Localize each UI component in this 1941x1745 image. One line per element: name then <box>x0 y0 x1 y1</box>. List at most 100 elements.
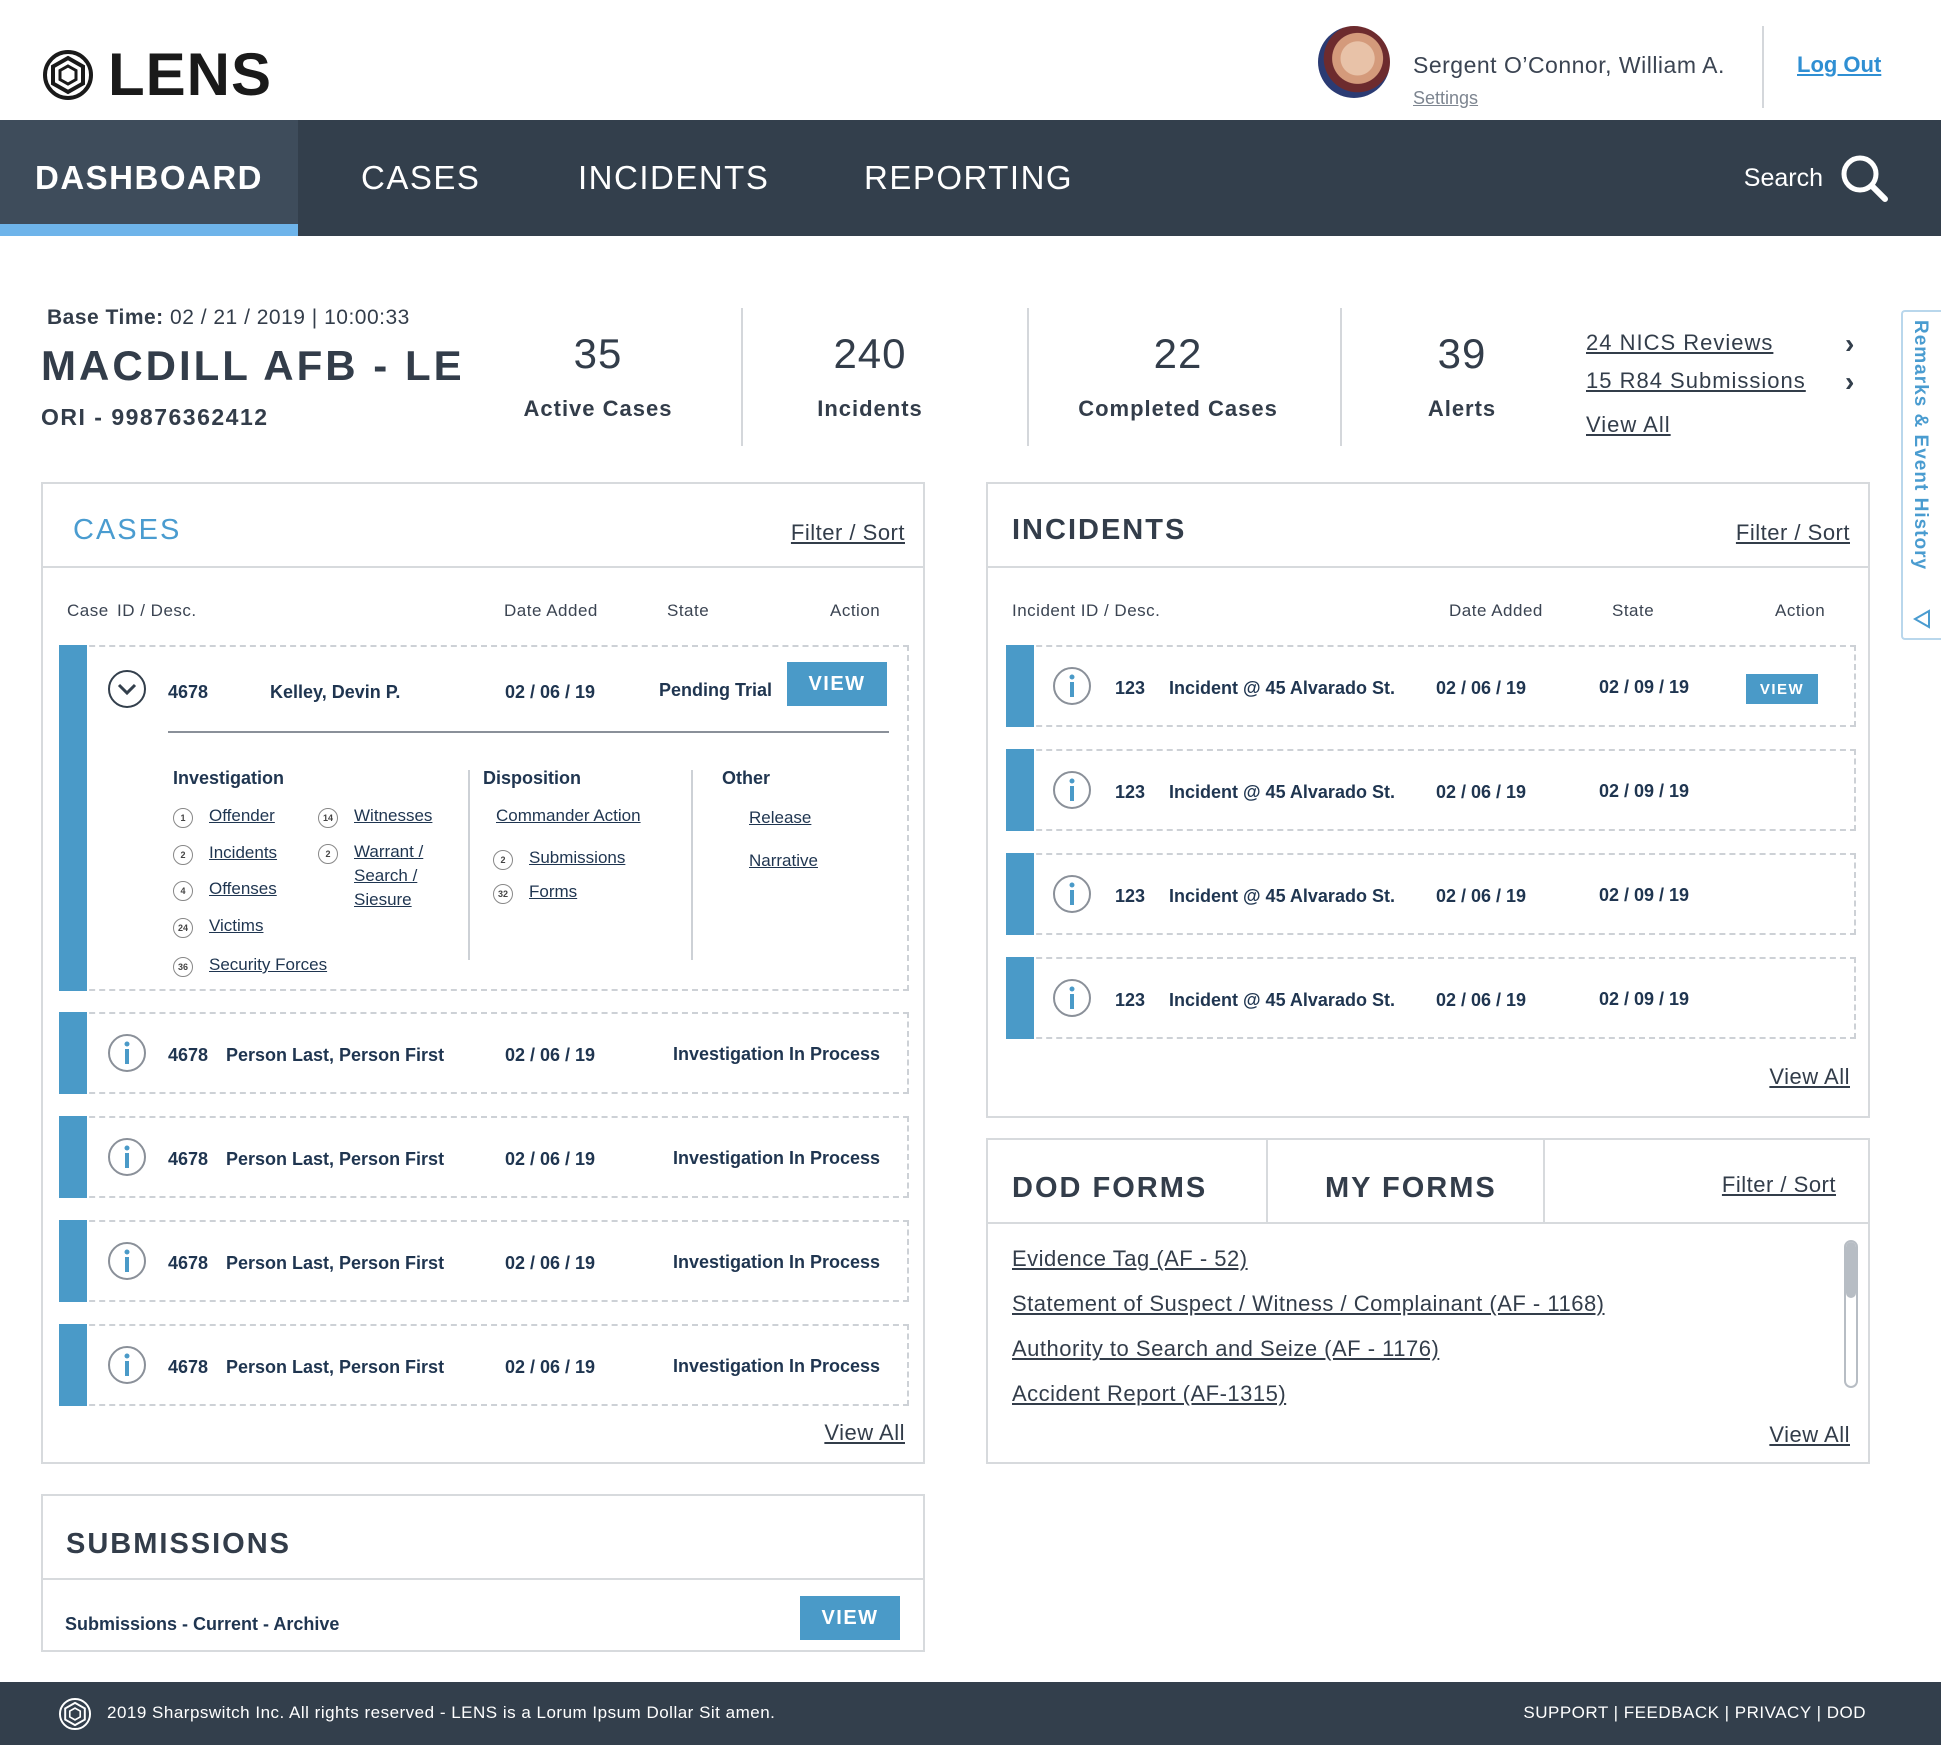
form-link[interactable]: Statement of Suspect / Witness / Complai… <box>1012 1291 1605 1317</box>
nav-reporting[interactable]: REPORTING <box>864 120 1073 236</box>
incidents-link[interactable]: Incidents <box>209 841 277 865</box>
tab-dod-forms[interactable]: DOD FORMS <box>1012 1172 1207 1205</box>
forms-view-all[interactable]: View All <box>1769 1422 1850 1448</box>
triangle-left-icon <box>1912 609 1930 629</box>
nav-dashboard[interactable]: DASHBOARD <box>0 120 298 236</box>
narrative-link[interactable]: Narrative <box>749 849 818 873</box>
other-title: Other <box>722 768 771 788</box>
row-accent-bar <box>59 1220 87 1302</box>
victims-link[interactable]: Victims <box>209 914 263 938</box>
stat-label: Alerts <box>1427 396 1497 421</box>
main-nav: DASHBOARD CASES INCIDENTS REPORTING Sear… <box>0 120 1941 236</box>
stat-divider <box>1340 308 1342 446</box>
avatar[interactable] <box>1318 26 1390 98</box>
forms-link[interactable]: Forms <box>529 880 577 904</box>
incident-view-button[interactable]: VIEW <box>1746 674 1818 704</box>
submissions-label: Submissions - Current - Archive <box>65 1614 340 1634</box>
case-row[interactable]: 4678 Person Last, Person First 02 / 06 /… <box>59 1116 909 1198</box>
commander-action-link[interactable]: Commander Action <box>496 804 641 828</box>
nav-cases[interactable]: CASES <box>361 120 480 236</box>
incident-id: 123 <box>1115 886 1146 906</box>
remarks-history-tab[interactable]: Remarks & Event History <box>1901 310 1941 640</box>
case-id: 4678 <box>168 1357 209 1377</box>
submissions-title: SUBMISSIONS <box>66 1528 292 1560</box>
case-view-button[interactable]: VIEW <box>787 662 887 706</box>
offender-link[interactable]: Offender <box>209 804 275 828</box>
chevron-right-icon[interactable]: › <box>1845 366 1854 398</box>
stat-incidents[interactable]: 240 Incidents <box>790 330 950 422</box>
stat-value: 35 <box>573 330 623 377</box>
tab-my-forms[interactable]: MY FORMS <box>1325 1172 1497 1205</box>
incidents-view-all[interactable]: View All <box>1769 1064 1850 1090</box>
case-state: Investigation In Process <box>673 1044 881 1064</box>
incident-row[interactable]: 123 Incident @ 45 Alvarado St. 02 / 06 /… <box>1006 853 1856 935</box>
cases-filter-sort[interactable]: Filter / Sort <box>791 520 905 546</box>
case-row-expanded: 4678 Kelley, Devin P. 02 / 06 / 19 Pendi… <box>59 645 909 991</box>
logo[interactable]: LENS <box>42 40 272 109</box>
form-link[interactable]: Evidence Tag (AF - 52) <box>1012 1246 1248 1272</box>
info-icon[interactable] <box>1052 874 1092 914</box>
stat-alerts[interactable]: 39 Alerts <box>1402 330 1522 422</box>
form-link[interactable]: Authority to Search and Seize (AF - 1176… <box>1012 1336 1439 1362</box>
footer-links[interactable]: SUPPORT | FEEDBACK | PRIVACY | DOD <box>1523 1703 1866 1723</box>
r84-submissions-link[interactable]: 15 R84 Submissions <box>1586 368 1806 394</box>
info-icon[interactable] <box>107 1345 147 1385</box>
case-row[interactable]: 4678 Person Last, Person First 02 / 06 /… <box>59 1012 909 1094</box>
forms-scrollbar[interactable] <box>1844 1240 1858 1388</box>
incident-row[interactable]: 123 Incident @ 45 Alvarado St. 02 / 06 /… <box>1006 957 1856 1039</box>
settings-link[interactable]: Settings <box>1413 88 1478 109</box>
case-name: Kelley, Devin P. <box>270 682 401 702</box>
case-row[interactable]: 4678 Person Last, Person First 02 / 06 /… <box>59 1324 909 1406</box>
case-date: 02 / 06 / 19 <box>505 1357 596 1377</box>
base-time: Base Time: 02 / 21 / 2019 | 10:00:33 <box>47 306 410 330</box>
info-icon[interactable] <box>107 1137 147 1177</box>
cases-panel: CASES Filter / Sort Case ID / Desc. Date… <box>41 482 925 1464</box>
stat-completed-cases[interactable]: 22 Completed Cases <box>1068 330 1288 422</box>
case-date: 02 / 06 / 19 <box>505 1045 596 1065</box>
forms-panel: DOD FORMS MY FORMS Filter / Sort Evidenc… <box>986 1138 1870 1464</box>
user-name: Sergent O’Connor, William A. <box>1413 52 1725 78</box>
incidents-filter-sort[interactable]: Filter / Sort <box>1736 520 1850 546</box>
alerts-view-all-link[interactable]: View All <box>1586 412 1671 438</box>
nav-incidents[interactable]: INCIDENTS <box>578 120 769 236</box>
release-link[interactable]: Release <box>749 806 811 830</box>
col-case: Case <box>67 601 109 620</box>
info-icon[interactable] <box>1052 770 1092 810</box>
form-link[interactable]: Accident Report (AF-1315) <box>1012 1381 1286 1407</box>
warrant-search-link[interactable]: Warrant / Search / Siesure <box>354 840 423 912</box>
chevron-down-icon[interactable] <box>107 669 147 709</box>
info-icon[interactable] <box>1052 978 1092 1018</box>
witnesses-link[interactable]: Witnesses <box>354 804 432 828</box>
row-accent-bar <box>1006 645 1034 727</box>
count-badge: 32 <box>493 884 513 904</box>
search-button[interactable]: Search <box>1744 120 1889 236</box>
col-action: Action <box>830 601 881 620</box>
stat-active-cases[interactable]: 35 Active Cases <box>518 330 678 422</box>
case-state: Investigation In Process <box>673 1148 881 1168</box>
offenses-link[interactable]: Offenses <box>209 877 277 901</box>
nics-reviews-link[interactable]: 24 NICS Reviews <box>1586 330 1773 356</box>
incident-state: 02 / 09 / 19 <box>1599 989 1690 1009</box>
incident-row[interactable]: 123 Incident @ 45 Alvarado St. 02 / 06 /… <box>1006 645 1856 727</box>
info-icon[interactable] <box>1052 666 1092 706</box>
cases-panel-header: CASES Filter / Sort <box>43 484 923 568</box>
security-forces-link[interactable]: Security Forces <box>209 953 327 977</box>
case-row[interactable]: 4678 Person Last, Person First 02 / 06 /… <box>59 1220 909 1302</box>
chevron-right-icon[interactable]: › <box>1845 328 1854 360</box>
incident-id: 123 <box>1115 782 1146 802</box>
cases-view-all[interactable]: View All <box>824 1420 905 1446</box>
case-id: 4678 <box>168 1253 209 1273</box>
ori-number: ORI - 99876362412 <box>41 404 269 430</box>
submissions-view-button[interactable]: VIEW <box>800 1596 900 1640</box>
logout-link[interactable]: Log Out <box>1797 52 1881 78</box>
forms-filter-sort[interactable]: Filter / Sort <box>1722 1172 1836 1198</box>
info-icon[interactable] <box>107 1241 147 1281</box>
case-date: 02 / 06 / 19 <box>505 1253 596 1273</box>
incident-row[interactable]: 123 Incident @ 45 Alvarado St. 02 / 06 /… <box>1006 749 1856 831</box>
submissions-panel-header: SUBMISSIONS <box>43 1496 923 1580</box>
info-icon[interactable] <box>107 1033 147 1073</box>
row-accent-bar <box>59 645 87 991</box>
scroll-thumb[interactable] <box>1846 1242 1856 1298</box>
submissions-link[interactable]: Submissions <box>529 846 625 870</box>
case-name: Person Last, Person First <box>226 1149 445 1169</box>
